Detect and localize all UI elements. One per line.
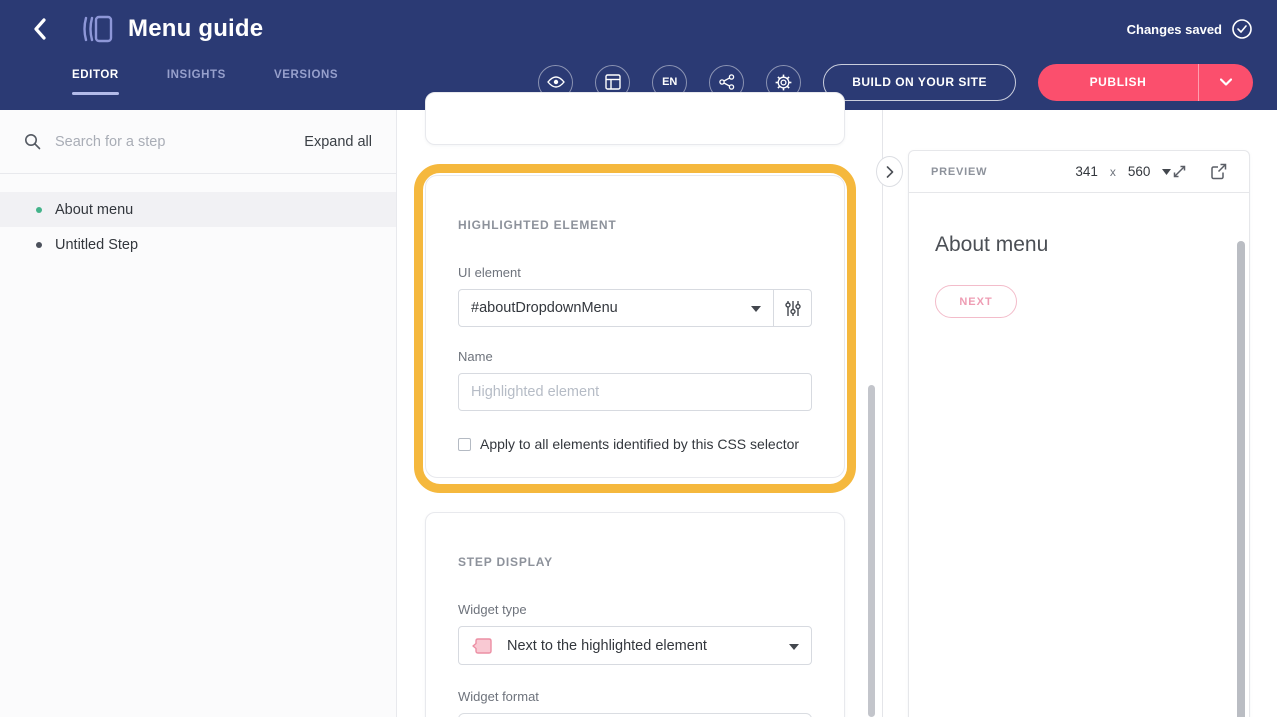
step-editor-panel: HIGHLIGHTED ELEMENT UI element #aboutDro… xyxy=(398,110,883,717)
step-status-dot xyxy=(36,242,42,248)
app-window: Menu guide Changes saved EDITOR INSIGHTS… xyxy=(0,0,1277,717)
step-item-about-menu[interactable]: About menu xyxy=(0,192,396,227)
preview-header: PREVIEW 341 x 560 xyxy=(909,151,1249,193)
build-on-your-site-button[interactable]: BUILD ON YOUR SITE xyxy=(823,64,1016,101)
page-title: Menu guide xyxy=(128,15,263,43)
expand-diagonal-icon xyxy=(1171,163,1188,180)
check-circle-icon xyxy=(1231,18,1253,40)
caret-down-icon xyxy=(1162,169,1171,175)
widget-format-select[interactable] xyxy=(458,713,812,717)
back-button[interactable] xyxy=(26,15,54,43)
widget-format-label: Widget format xyxy=(458,689,812,704)
widget-type-label: Widget type xyxy=(458,602,812,617)
previous-settings-card-partial xyxy=(425,92,845,145)
step-display-card: STEP DISPLAY Widget type Next to the hig… xyxy=(425,512,845,717)
expand-preview-button[interactable] xyxy=(1171,163,1188,180)
preview-height-value: 560 xyxy=(1128,164,1151,179)
step-label: Untitled Step xyxy=(55,237,138,253)
preview-width-value: 341 xyxy=(1075,164,1098,179)
caret-down-icon xyxy=(789,638,799,654)
save-status-label: Changes saved xyxy=(1127,22,1222,37)
publish-button[interactable]: PUBLISH xyxy=(1038,64,1198,101)
tab-insights[interactable]: INSIGHTS xyxy=(167,69,226,95)
chevron-down-icon xyxy=(1220,78,1232,86)
tab-bar: EDITOR INSIGHTS VERSIONS xyxy=(72,69,338,95)
apply-to-all-checkbox[interactable] xyxy=(458,438,471,451)
preview-next-button[interactable]: NEXT xyxy=(935,285,1017,318)
highlighted-element-card: HIGHLIGHTED ELEMENT UI element #aboutDro… xyxy=(425,175,845,478)
name-label: Name xyxy=(458,349,812,364)
open-in-new-icon xyxy=(1210,163,1227,180)
ui-element-label: UI element xyxy=(458,265,812,280)
preview-scrollbar[interactable] xyxy=(1237,241,1245,717)
preview-size-selector[interactable]: 341 x 560 xyxy=(1075,164,1171,179)
preview-header-icons xyxy=(1171,163,1227,180)
editor-scrollbar[interactable] xyxy=(868,385,875,717)
save-status: Changes saved xyxy=(1127,18,1253,40)
step-status-dot xyxy=(36,207,42,213)
highlighted-element-name-input[interactable] xyxy=(458,373,812,411)
tab-editor[interactable]: EDITOR xyxy=(72,69,119,95)
publish-split-button: PUBLISH xyxy=(1038,64,1253,101)
preview-title: PREVIEW xyxy=(931,166,987,178)
preview-card: PREVIEW 341 x 560 xyxy=(908,150,1250,717)
chevron-right-icon xyxy=(886,166,894,178)
share-icon xyxy=(719,74,735,90)
preview-body: About menu NEXT xyxy=(909,193,1249,318)
language-label: EN xyxy=(662,76,677,88)
step-label: About menu xyxy=(55,202,133,218)
steps-sidebar: Expand all About menu Untitled Step xyxy=(0,110,397,717)
gear-icon xyxy=(775,74,792,91)
ui-element-select-row: #aboutDropdownMenu xyxy=(458,289,812,327)
step-list: About menu Untitled Step xyxy=(0,192,396,262)
step-search-row: Expand all xyxy=(0,110,396,174)
preview-step-heading: About menu xyxy=(935,233,1249,257)
layout-icon xyxy=(605,74,621,90)
element-picker-settings-button[interactable] xyxy=(773,290,811,326)
tab-versions[interactable]: VERSIONS xyxy=(274,69,338,95)
header-title-row: Menu guide Changes saved xyxy=(0,0,1277,58)
section-title: HIGHLIGHTED ELEMENT xyxy=(458,218,812,232)
preview-region: PREVIEW 341 x 560 xyxy=(884,110,1277,717)
collapse-preview-button[interactable] xyxy=(876,156,903,187)
eye-icon xyxy=(547,75,565,89)
ui-element-value: #aboutDropdownMenu xyxy=(471,300,618,316)
step-search-input[interactable] xyxy=(55,134,304,150)
widget-type-select[interactable]: Next to the highlighted element xyxy=(458,626,812,665)
caret-down-icon xyxy=(751,300,761,316)
ui-element-select[interactable]: #aboutDropdownMenu xyxy=(459,290,773,326)
section-title: STEP DISPLAY xyxy=(458,555,812,569)
publish-dropdown-button[interactable] xyxy=(1198,64,1253,101)
apply-to-all-label: Apply to all elements identified by this… xyxy=(480,436,799,452)
expand-all-link[interactable]: Expand all xyxy=(304,134,372,150)
tour-logo-icon xyxy=(80,14,114,44)
back-chevron-icon xyxy=(33,18,47,40)
step-item-untitled-step[interactable]: Untitled Step xyxy=(0,227,396,262)
sliders-icon xyxy=(785,300,801,317)
apply-to-all-checkbox-row[interactable]: Apply to all elements identified by this… xyxy=(458,436,812,452)
dimension-separator: x xyxy=(1110,165,1116,179)
open-in-new-window-button[interactable] xyxy=(1210,163,1227,180)
tooltip-bubble-icon xyxy=(471,636,493,656)
search-icon xyxy=(24,133,41,150)
widget-type-value: Next to the highlighted element xyxy=(507,638,707,654)
highlighted-section-ring: HIGHLIGHTED ELEMENT UI element #aboutDro… xyxy=(414,164,856,493)
